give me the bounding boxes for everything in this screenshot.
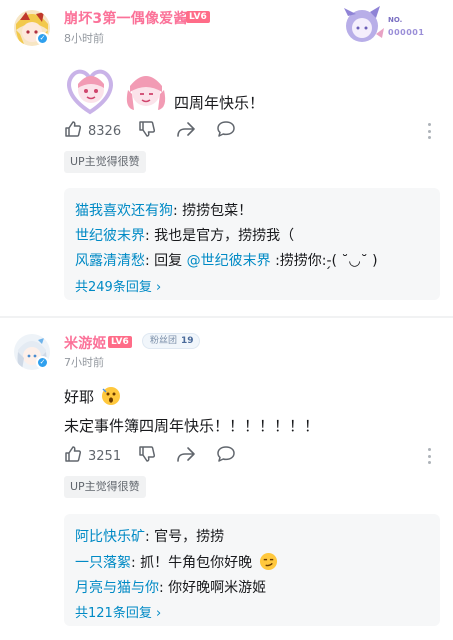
thumb-down-icon [138, 445, 156, 467]
reply-mention[interactable]: @世纪彼末界 [187, 253, 271, 269]
view-all-replies-link[interactable]: 共249条回复 › [75, 276, 161, 295]
reply-text: : 抓！牛角包你好晚 [131, 555, 253, 571]
reply-text: : 回复 [145, 253, 187, 269]
reply-text: : 你好晚啊米游姬 [159, 580, 267, 596]
up-liked-tag: UP主觉得很赞 [64, 151, 146, 173]
reply-text: : 我也是官方，捞捞我（ [145, 228, 295, 244]
comment-actions: 8326 [64, 120, 444, 142]
reply-username[interactable]: 猫我喜欢还有狗 [75, 203, 173, 219]
thumb-down-icon [138, 120, 156, 142]
thumb-up-icon [64, 120, 82, 142]
sticker-emoji [120, 64, 172, 116]
reply-item[interactable]: 世纪彼末界: 我也是官方，捞捞我（ [75, 225, 294, 245]
fan-club-label: 粉丝团 [150, 336, 178, 346]
reply-username[interactable]: 月亮与猫与你 [75, 580, 159, 596]
reply-button[interactable] [216, 445, 236, 467]
reply-preview-box[interactable]: 猫我喜欢还有狗: 捞捞包菜！ 世纪彼末界: 我也是官方，捞捞我（ 风露清清愁: … [64, 188, 440, 300]
badge-number: 000001 [388, 28, 425, 37]
reply-item[interactable]: 阿比快乐矿: 官号，捞捞 [75, 526, 224, 546]
fan-club-level: 19 [181, 336, 194, 346]
shocked-emoji-icon [101, 386, 121, 410]
reply-username[interactable]: 一只落絮 [75, 555, 131, 571]
reply-button[interactable] [216, 120, 236, 142]
more-options-icon[interactable] [428, 448, 432, 464]
like-button[interactable]: 8326 [64, 120, 121, 142]
verified-icon: ✓ [36, 32, 49, 45]
share-icon [176, 120, 196, 142]
reply-preview-box[interactable]: 阿比快乐矿: 官号，捞捞 一只落絮: 抓！牛角包你好晚 月亮与猫与你: 你好晚啊… [64, 514, 440, 626]
fan-club-badge[interactable]: 粉丝团 19 [142, 333, 200, 349]
like-button[interactable]: 3251 [64, 445, 121, 467]
sticker-emoji [64, 64, 116, 116]
comment-time: 8小时前 [64, 32, 104, 45]
reply-item[interactable]: 猫我喜欢还有狗: 捞捞包菜！ [75, 200, 252, 220]
comment-card: ✓ 米游姬 LV6 粉丝团 19 7小时前 好耶 未定事件簿四周年快乐！！！！！！… [0, 318, 453, 640]
comment-text: 好耶 [64, 386, 121, 410]
reply-item[interactable]: 风露清清愁: 回复 @世纪彼末界 :捞捞你:-̗( ˘◡˘ ) [75, 250, 378, 270]
comment-text-line: 未定事件簿四周年快乐！！！！！！！ [64, 417, 320, 435]
reply-text: : 官号，捞捞 [145, 529, 225, 545]
username[interactable]: 米游姬 [64, 333, 107, 353]
comment-bubble-icon [216, 120, 236, 142]
thumb-up-icon [64, 445, 82, 467]
comment-card: ✓ 崩坏3第一偶像爱酱 LV6 8小时前 NO. 000001 四周年快乐！ 8… [0, 0, 453, 318]
view-all-replies-link[interactable]: 共121条回复 › [75, 602, 161, 621]
up-liked-tag: UP主觉得很赞 [64, 476, 146, 498]
share-button[interactable] [176, 445, 196, 467]
reply-username[interactable]: 风露清清愁 [75, 253, 145, 269]
comment-text-line: 好耶 [64, 388, 95, 406]
level-badge: LV6 [108, 336, 132, 348]
smirk-emoji-icon [259, 552, 278, 575]
more-options-icon[interactable] [428, 123, 432, 139]
number-badge: NO. 000001 [340, 4, 440, 48]
comment-bubble-icon [216, 445, 236, 467]
comment-time: 7小时前 [64, 356, 104, 369]
badge-label: NO. [388, 16, 403, 24]
comment-actions: 3251 [64, 445, 444, 467]
level-badge: LV6 [186, 11, 210, 23]
reply-username[interactable]: 阿比快乐矿 [75, 529, 145, 545]
comment-text: 四周年快乐！ [174, 94, 265, 112]
share-icon [176, 445, 196, 467]
reply-text: : 捞捞包菜！ [173, 203, 253, 219]
username[interactable]: 崩坏3第一偶像爱酱 [64, 8, 188, 28]
share-button[interactable] [176, 120, 196, 142]
verified-icon: ✓ [36, 356, 49, 369]
dislike-button[interactable] [138, 445, 156, 467]
reply-username[interactable]: 世纪彼末界 [75, 228, 145, 244]
dislike-button[interactable] [138, 120, 156, 142]
like-count: 8326 [88, 123, 122, 139]
like-count: 3251 [88, 448, 122, 464]
reply-item[interactable]: 月亮与猫与你: 你好晚啊米游姬 [75, 577, 266, 597]
reply-item[interactable]: 一只落絮: 抓！牛角包你好晚 [75, 552, 278, 575]
reply-text: :捞捞你:-̗( ˘◡˘ ) [270, 253, 378, 269]
